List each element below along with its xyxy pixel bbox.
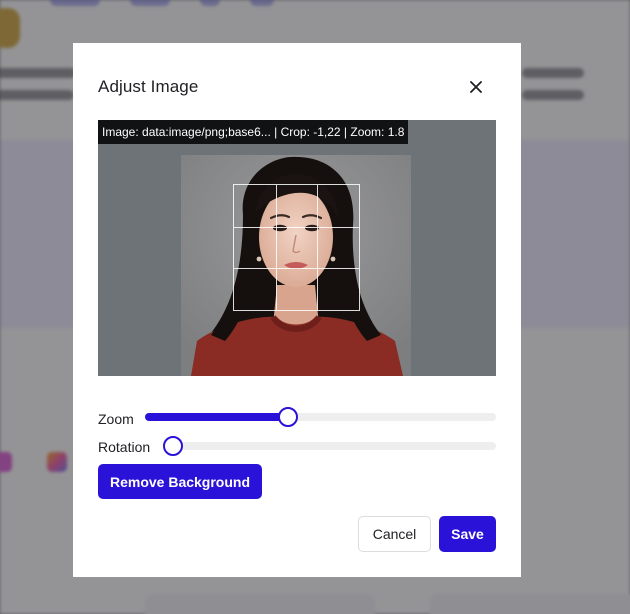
dialog-title: Adjust Image bbox=[98, 77, 199, 96]
close-button[interactable] bbox=[463, 76, 489, 102]
rotation-label: Rotation bbox=[98, 439, 151, 455]
crop-grid-line bbox=[317, 185, 319, 310]
zoom-slider[interactable] bbox=[145, 407, 496, 427]
remove-background-button[interactable]: Remove Background bbox=[98, 464, 262, 499]
adjust-image-dialog: Adjust Image Image: data:image/png;base6… bbox=[73, 43, 521, 577]
zoom-label: Zoom bbox=[98, 411, 134, 427]
crop-grid-line bbox=[234, 268, 359, 270]
cancel-button[interactable]: Cancel bbox=[358, 516, 431, 552]
portrait-photo[interactable] bbox=[181, 155, 411, 376]
zoom-slider-thumb[interactable] bbox=[277, 407, 298, 427]
save-button[interactable]: Save bbox=[439, 516, 496, 552]
preview-info-label: Image: data:image/png;base6... | Crop: -… bbox=[98, 120, 409, 144]
crop-grid-line bbox=[234, 226, 359, 228]
image-preview: Image: data:image/png;base6... | Crop: -… bbox=[98, 120, 496, 376]
close-icon bbox=[470, 80, 482, 98]
crop-frame[interactable] bbox=[233, 184, 360, 311]
rotation-slider[interactable] bbox=[163, 436, 496, 456]
rotation-slider-thumb[interactable] bbox=[163, 436, 183, 456]
crop-grid-line bbox=[275, 185, 277, 310]
zoom-slider-fill bbox=[145, 413, 288, 421]
